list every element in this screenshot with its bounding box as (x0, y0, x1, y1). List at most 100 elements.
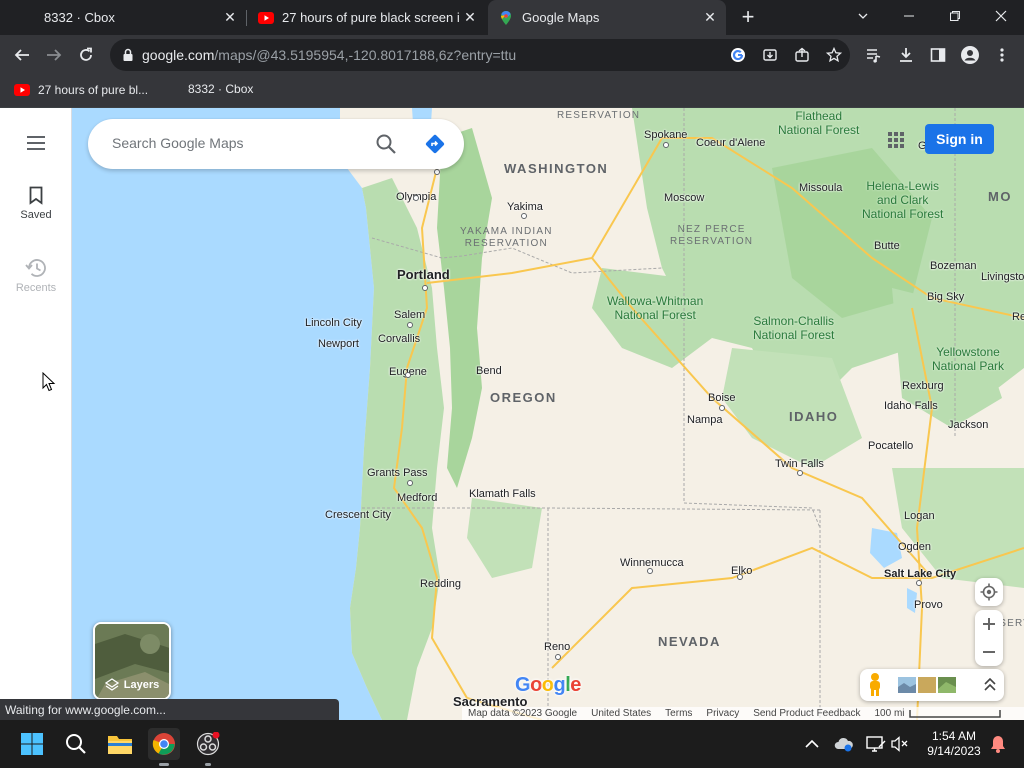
volume-button[interactable] (884, 728, 916, 760)
main-menu-button[interactable] (0, 135, 72, 155)
tab-strip: 8332 · Cbox ✕ 27 hours of pure black scr… (0, 0, 1024, 35)
side-panel-icon[interactable] (924, 41, 952, 69)
chrome-taskbar-button[interactable] (148, 728, 180, 766)
park-line: National Forest (862, 207, 944, 221)
recents-label: Recents (15, 282, 57, 294)
google-apps-icon[interactable] (887, 131, 905, 149)
bell-icon (991, 736, 1005, 753)
minimize-icon[interactable] (886, 0, 932, 32)
layers-button[interactable]: Layers (93, 622, 171, 700)
google-logo: Google (515, 674, 581, 697)
privacy-link[interactable]: Privacy (706, 708, 739, 719)
file-explorer-button[interactable] (104, 728, 136, 760)
city-label: Klamath Falls (469, 488, 536, 500)
state-label: NEVADA (658, 634, 721, 649)
lock-icon[interactable] (120, 47, 136, 63)
zoom-controls (975, 610, 1003, 666)
downloads-icon[interactable] (892, 41, 920, 69)
google-lens-icon[interactable] (730, 47, 746, 63)
tab-close-icon[interactable]: ✕ (220, 8, 240, 28)
feedback-link[interactable]: Send Product Feedback (753, 708, 860, 719)
city-label: Salt Lake City (884, 568, 957, 580)
city-label: Bozeman (930, 260, 977, 272)
city-dot (521, 213, 527, 219)
active-indicator (159, 763, 169, 766)
zoom-in-button[interactable] (975, 610, 1003, 638)
city-label: Jackson (948, 419, 989, 431)
share-icon[interactable] (794, 47, 810, 63)
start-button[interactable] (16, 728, 48, 760)
reading-list-icon[interactable] (860, 41, 888, 69)
bookmark-star-icon[interactable] (826, 47, 842, 63)
scale-label[interactable]: 100 mi (875, 708, 905, 719)
map-canvas[interactable]: RESERVATION Flathead National Forest Spok… (72, 108, 1024, 720)
directions-icon[interactable] (424, 133, 446, 155)
notifications-button[interactable] (982, 728, 1014, 760)
taskbar-search-button[interactable] (60, 728, 92, 760)
park-label: Salmon-Challis National Forest (753, 314, 834, 342)
city-label: Logan (904, 510, 935, 522)
park-label: Yellowstone National Park (932, 345, 1004, 373)
saved-button[interactable]: Saved (0, 186, 72, 221)
imagery-thumbnails-icon[interactable] (898, 677, 956, 693)
bookmark-youtube[interactable]: 27 hours of pure bl... (14, 82, 148, 98)
bookmark-cbox[interactable]: 8332 · Cbox (188, 82, 253, 96)
pegman-icon[interactable] (866, 672, 884, 698)
address-bar[interactable]: google.com/maps/@43.5195954,-120.8017188… (110, 39, 850, 71)
tab-google-maps[interactable]: Google Maps ✕ (488, 0, 726, 35)
city-dot (405, 372, 411, 378)
tab-cbox[interactable]: 8332 · Cbox ✕ (0, 0, 246, 35)
scale-bar[interactable] (908, 709, 1001, 718)
obs-taskbar-button[interactable] (192, 728, 224, 766)
tab-close-icon[interactable]: ✕ (700, 8, 720, 28)
search-input[interactable]: Search Google Maps (112, 135, 244, 151)
search-icon[interactable] (375, 133, 397, 155)
chrome-icon (152, 733, 175, 755)
city-label: Re (1012, 311, 1024, 323)
zoom-out-button[interactable] (975, 638, 1003, 666)
tray-overflow-button[interactable] (796, 728, 828, 760)
tab-separator (246, 10, 247, 26)
city-dot (916, 580, 922, 586)
forward-icon[interactable] (40, 41, 68, 69)
my-location-icon (980, 583, 998, 601)
saved-label: Saved (20, 209, 52, 221)
logo-letter: g (553, 674, 566, 696)
url-text[interactable]: google.com/maps/@43.5195954,-120.8017188… (142, 47, 516, 63)
profile-icon[interactable] (956, 41, 984, 69)
park-line: National Forest (753, 328, 835, 342)
menu-kebab-icon[interactable] (988, 41, 1016, 69)
park-line: Yellowstone (936, 345, 1000, 359)
park-label: Flathead National Forest (778, 109, 859, 137)
my-location-button[interactable] (975, 578, 1003, 606)
new-tab-button[interactable]: + (736, 4, 760, 29)
tab-title: 8332 · Cbox (44, 10, 115, 25)
region-link[interactable]: United States (591, 708, 651, 719)
sign-in-button[interactable]: Sign in (925, 124, 994, 154)
recents-button[interactable]: Recents (0, 258, 72, 294)
windows-logo-icon (21, 733, 43, 755)
system-clock[interactable]: 1:54 AM 9/14/2023 (920, 729, 988, 759)
window-close-icon[interactable] (978, 0, 1024, 32)
url-host: google.com (142, 47, 215, 63)
cloud-icon (834, 737, 853, 752)
logo-letter: o (541, 674, 554, 696)
city-dot (647, 568, 653, 574)
city-label: Twin Falls (775, 458, 824, 470)
city-dot (737, 574, 743, 580)
tab-close-icon[interactable]: ✕ (460, 8, 480, 28)
tab-search-icon[interactable] (840, 0, 886, 32)
city-label: Crescent City (325, 509, 392, 521)
youtube-icon (258, 11, 274, 24)
reload-icon[interactable] (72, 41, 100, 69)
install-app-icon[interactable] (762, 47, 778, 63)
onedrive-button[interactable] (828, 728, 860, 760)
terms-link[interactable]: Terms (665, 708, 692, 719)
back-icon[interactable] (8, 41, 36, 69)
city-label: Portland (397, 267, 450, 282)
restore-icon[interactable] (932, 0, 978, 32)
search-box[interactable]: Search Google Maps (88, 119, 464, 169)
city-label: Butte (874, 240, 900, 252)
tab-youtube[interactable]: 27 hours of pure black screen in 8K ✕ (250, 0, 486, 35)
expand-up-icon[interactable] (984, 678, 996, 692)
